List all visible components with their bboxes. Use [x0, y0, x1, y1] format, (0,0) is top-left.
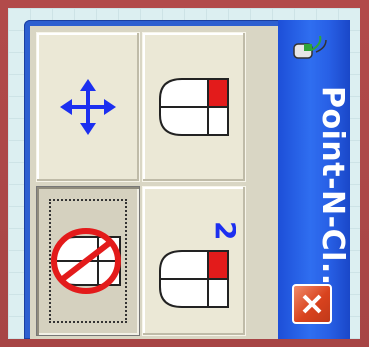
focus-outline — [49, 199, 127, 323]
window-title: Point-N-Cl... — [315, 86, 350, 298]
move-button[interactable] — [36, 32, 140, 182]
close-button[interactable] — [292, 284, 332, 324]
no-click-button[interactable] — [36, 186, 140, 336]
left-click-button[interactable] — [142, 32, 246, 182]
point-n-click-window: 2 Point-N-Cl... — [24, 20, 350, 339]
button-panel: 2 — [30, 26, 278, 339]
double-click-label: 2 — [209, 221, 236, 240]
double-click-button[interactable]: 2 — [142, 186, 246, 336]
title-bar[interactable]: Point-N-Cl... — [278, 20, 350, 339]
close-icon — [302, 294, 322, 314]
move-arrows-icon — [60, 79, 116, 135]
mouse-double-click-icon: 2 — [159, 221, 236, 308]
mouse-right-click-icon — [159, 78, 229, 136]
mouse-app-icon — [293, 35, 327, 59]
